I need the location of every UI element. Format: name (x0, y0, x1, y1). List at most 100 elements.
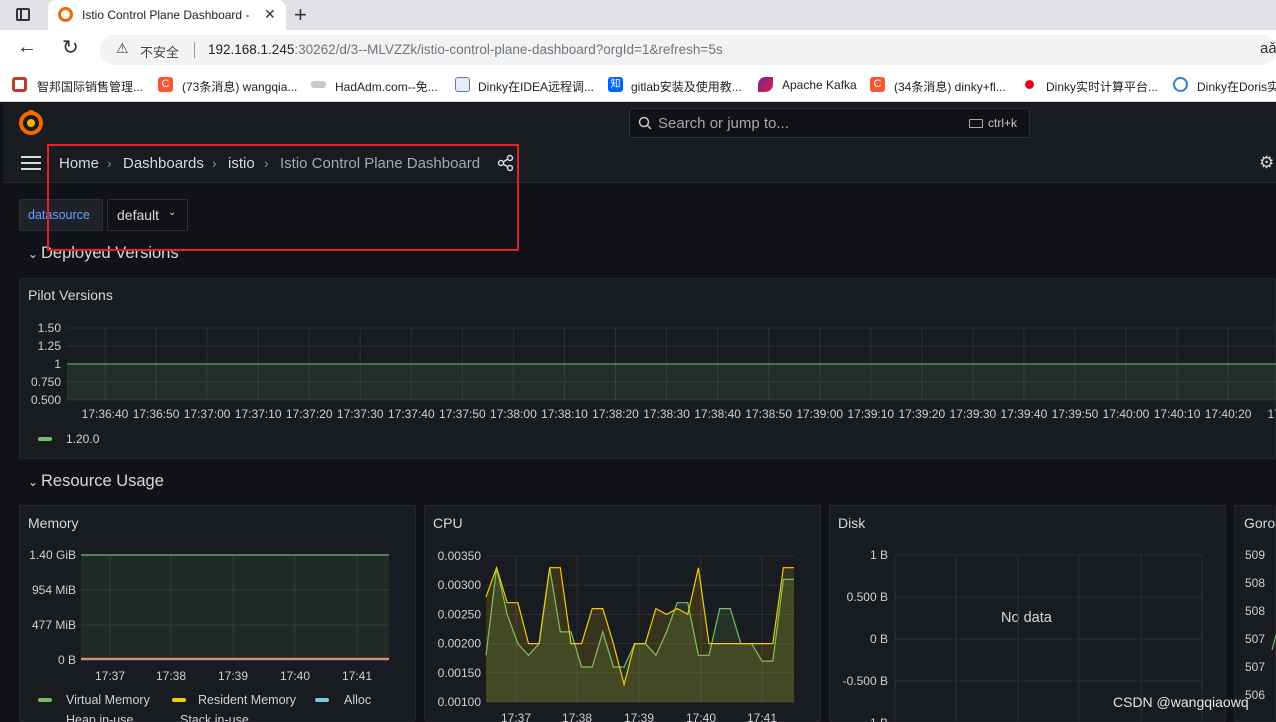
csdn-watermark: CSDN @wangqiaowq (1113, 694, 1249, 710)
y-tick-label: 0 B (870, 632, 888, 646)
x-tick-label: 17:37 (501, 711, 531, 722)
gear-icon[interactable]: ⚙ (1259, 153, 1274, 173)
url-text: 192.168.1.245:30262/d/3--MLVZZk/istio-co… (208, 42, 723, 57)
panel-title[interactable]: CPU (433, 515, 463, 531)
zhihu-icon: 知 (608, 77, 623, 92)
new-tab-icon[interactable]: + (294, 2, 307, 28)
search-bar[interactable]: Search or jump to... ctrl+k (629, 108, 1030, 138)
legend-label: Heap in-use (66, 713, 133, 722)
y-tick-label: 1 B (870, 548, 888, 562)
y-tick-label: 0.00200 (438, 637, 482, 651)
active-tab[interactable]: Istio Control Plane Dashboard - ✕ (48, 0, 286, 30)
legend-swatch (315, 698, 329, 702)
panel-title[interactable]: Goro (1244, 515, 1275, 531)
x-tick-label: 17:38:00 (490, 407, 537, 421)
y-tick-label: 954 MiB (32, 583, 76, 597)
x-tick-label: 17:37:30 (337, 407, 384, 421)
series-area (67, 364, 1276, 400)
y-tick-label: 0 B (58, 653, 76, 667)
x-tick-label: 17:38 (156, 669, 186, 683)
x-tick-label: 17:39 (624, 711, 654, 722)
back-icon[interactable]: ← (17, 36, 37, 59)
tab-close-icon[interactable]: ✕ (264, 6, 276, 23)
cloud-icon (1173, 77, 1188, 92)
y-tick-label: 0.00100 (438, 695, 482, 709)
url-host: 192.168.1.245 (208, 42, 295, 57)
page-icon (455, 77, 470, 92)
bookmark-item[interactable]: Dinky在IDEA远程调... (478, 78, 594, 95)
read-aloud-icon[interactable]: aǎ (1260, 40, 1276, 57)
grafana-logo-icon[interactable] (18, 110, 44, 136)
highlight-annotation-box (47, 144, 519, 251)
bookmark-item[interactable]: Dinky实时计算平台... (1046, 78, 1158, 95)
bookmark-item[interactable]: 智邦国际销售管理... (37, 78, 143, 95)
y-tick-label: 0.00300 (438, 578, 482, 592)
x-tick-label: 17:39:50 (1052, 407, 1099, 421)
x-tick-label: 17:37:10 (235, 407, 282, 421)
y-tick-label: 1.40 GiB (29, 548, 76, 562)
x-tick-label: 17:40:00 (1103, 407, 1150, 421)
csdn-icon: C (870, 77, 885, 92)
row-resource-usage[interactable]: Resource Usage (41, 472, 164, 491)
x-tick-label: 17:38:50 (745, 407, 792, 421)
bookmark-item[interactable]: (73条消息) wangqia... (182, 78, 297, 95)
legend-label: Virtual Memory (66, 693, 151, 707)
x-tick-label: 17:37:00 (184, 407, 231, 421)
hadadm-icon (311, 81, 326, 88)
url-field[interactable]: ⚠ 不安全 192.168.1.245:30262/d/3--MLVZZk/is… (100, 35, 1276, 65)
y-tick-label: 509 (1245, 548, 1265, 562)
memory-chart: 1.40 GiB 954 MiB 477 MiB 0 B 17:37 17:38 17:39… (29, 548, 389, 722)
bookmark-item[interactable]: HadAdm.com--免... (335, 78, 438, 95)
x-tick-label: 17:40:10 (1154, 407, 1201, 421)
series-line (1271, 634, 1276, 651)
cpu-chart: 0.00350 0.00300 0.00250 0.00200 0.00150 0.001… (438, 549, 794, 722)
x-tick-label: 17:41 (747, 711, 777, 722)
legend-label: Stack in-use (180, 713, 249, 722)
csdn-icon: C (158, 77, 173, 92)
panel-title[interactable]: Pilot Versions (28, 287, 113, 303)
browser-tab-strip: Istio Control Plane Dashboard - ✕ + (0, 0, 1276, 30)
collapse-chevron-icon[interactable]: ⌄ (28, 475, 38, 489)
y-tick-label: 477 MiB (32, 618, 76, 632)
tab-actions-icon[interactable] (16, 8, 30, 21)
x-tick-label: 17:39:30 (949, 407, 996, 421)
panel-title[interactable]: Memory (28, 515, 79, 531)
bookmark-item[interactable]: Dinky在Doris实 (1197, 78, 1276, 95)
x-tick-label: 17:39:20 (898, 407, 945, 421)
menu-icon[interactable] (21, 156, 41, 170)
keyboard-icon (969, 119, 983, 128)
legend-label: 1.20.0 (66, 432, 100, 446)
series-area (486, 567, 794, 702)
x-tick-label: 17:39 (218, 669, 248, 683)
reload-icon[interactable]: ↻ (62, 35, 79, 60)
legend-swatch (38, 437, 52, 441)
pilot-versions-chart: 1.50 1.25 1 0.750 0.500 17:36:40 17:36:50 17:37… (31, 321, 1276, 446)
x-tick-label: 17:37 (95, 669, 125, 683)
x-tick-label: 17:38:20 (592, 407, 639, 421)
y-tick-label: 0.00350 (438, 549, 482, 563)
x-tick-label: 17:38:30 (643, 407, 690, 421)
bookmark-item[interactable]: (34条消息) dinky+fl... (894, 78, 1006, 95)
x-tick-label: 17:37:50 (439, 407, 486, 421)
x-tick-label: 17:39:10 (847, 407, 894, 421)
not-secure-label: 不安全 (140, 45, 180, 60)
y-tick-label: 508 (1245, 604, 1265, 618)
x-tick-label: 17:40 (280, 669, 310, 683)
search-shortcut: ctrl+k (988, 116, 1018, 130)
x-tick-label: 17:4 (1267, 407, 1276, 421)
panel-title[interactable]: Disk (838, 515, 865, 531)
x-tick-label: 17:38 (562, 711, 592, 722)
y-tick-label: 508 (1245, 576, 1265, 590)
y-tick-label: 0.00150 (438, 666, 482, 680)
bookmark-item[interactable]: Apache Kafka (782, 78, 857, 92)
x-tick-label: 17:37:40 (388, 407, 435, 421)
search-icon (638, 116, 652, 130)
warning-icon: ⚠ (116, 40, 129, 56)
y-tick-label: 0.500 (31, 393, 61, 407)
kafka-icon (758, 77, 773, 92)
collapse-chevron-icon[interactable]: ⌄ (28, 247, 38, 261)
legend-swatch (38, 698, 52, 702)
legend-label: Alloc (344, 693, 371, 707)
bookmark-item[interactable]: gitlab安装及使用教... (631, 78, 742, 95)
y-tick-label: -1 B (866, 716, 888, 722)
